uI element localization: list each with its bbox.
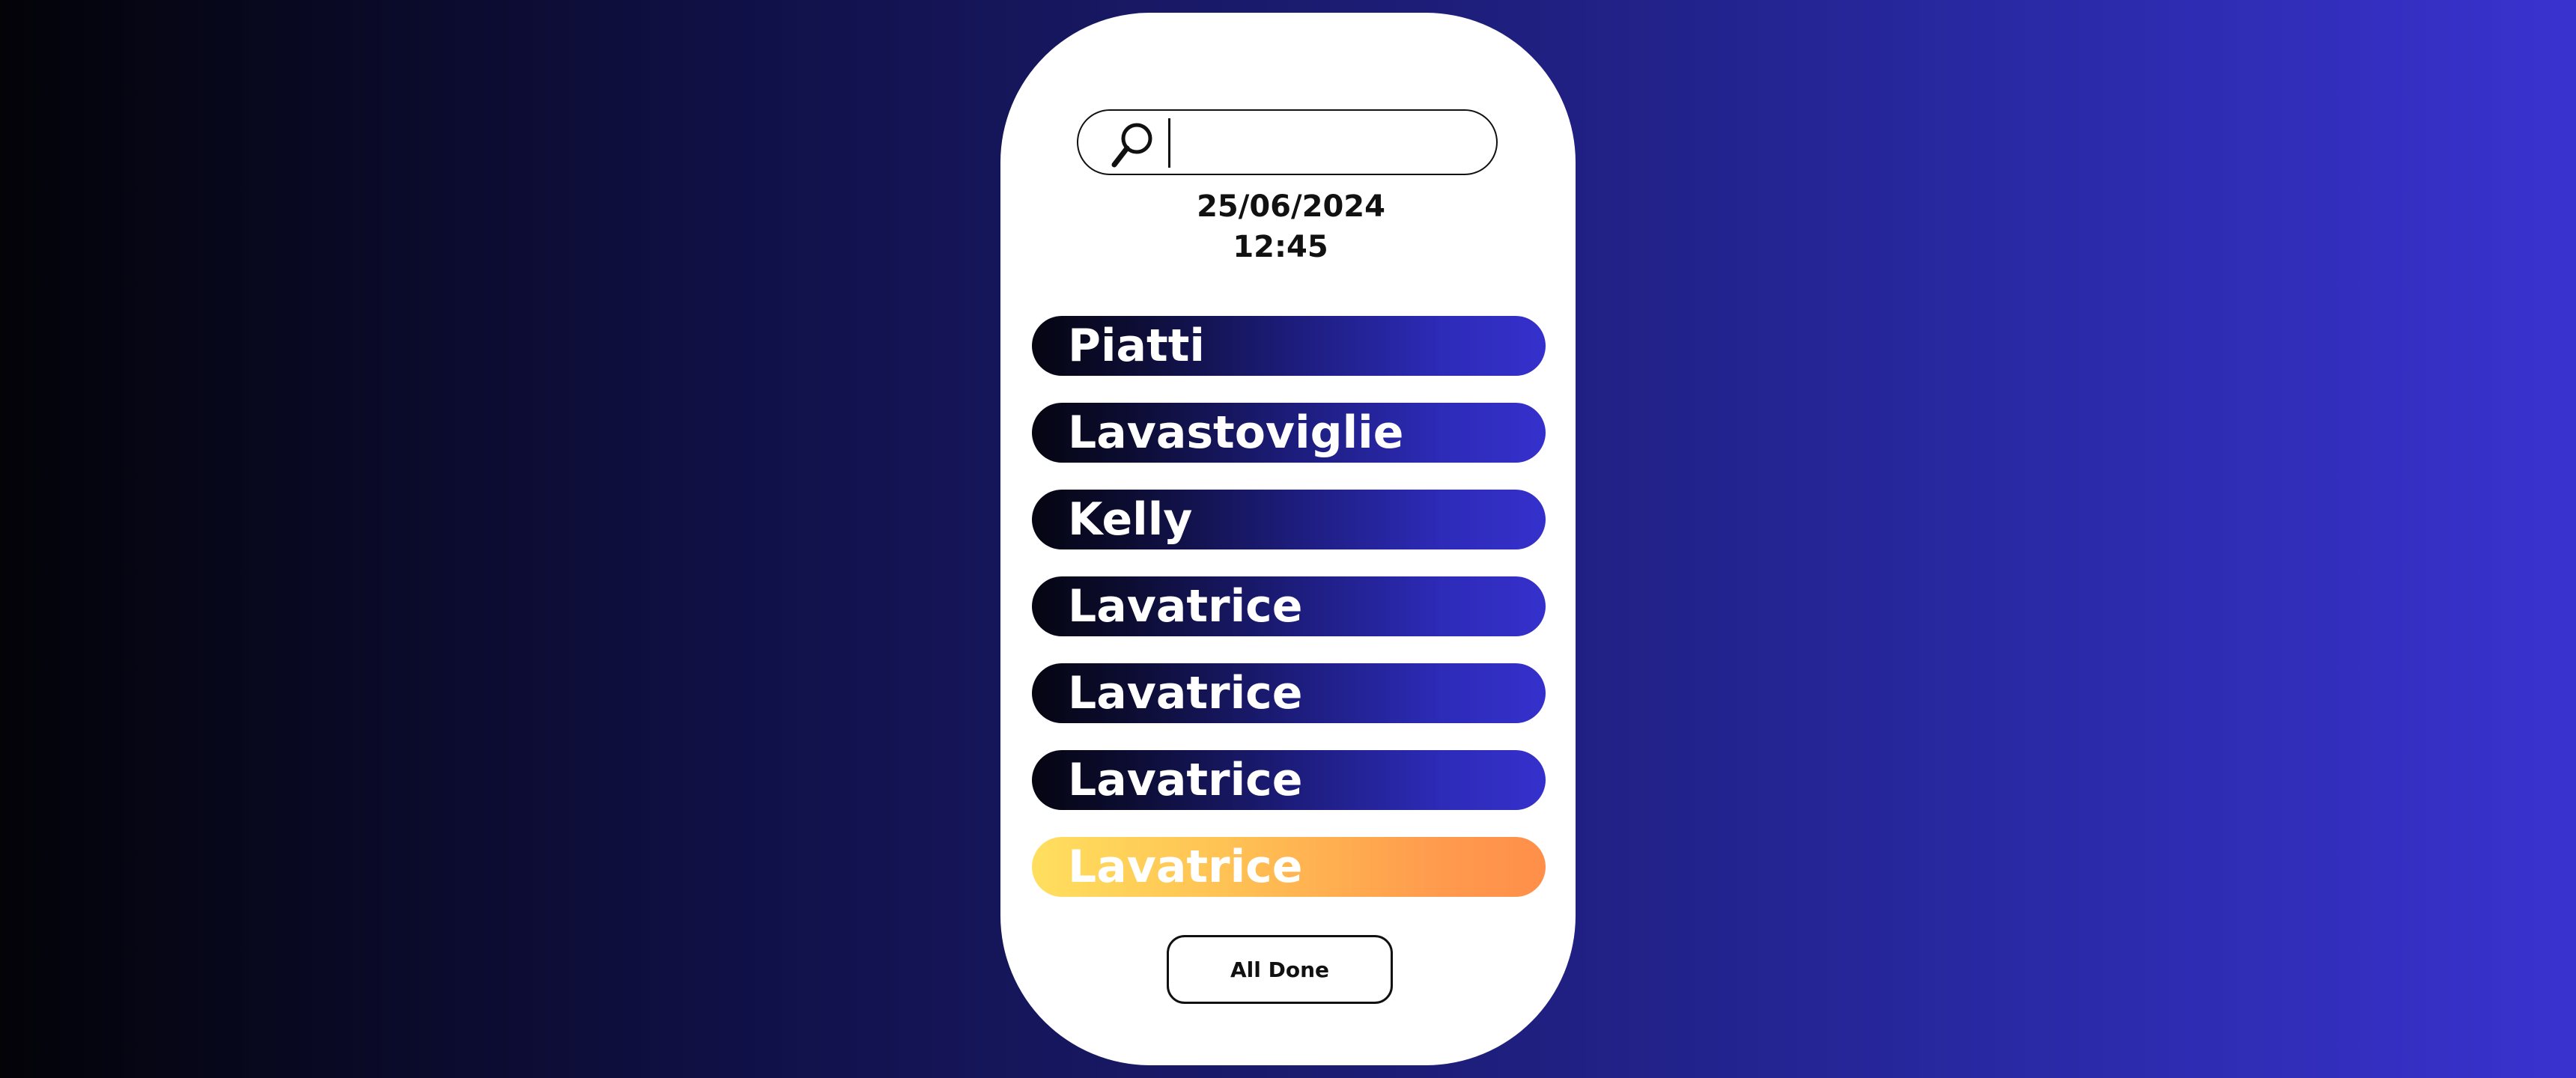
- phone-frame: 25/06/2024 12:45 Piatti Lavastoviglie Ke…: [1000, 13, 1576, 1065]
- task-item-kelly[interactable]: Kelly: [1032, 490, 1546, 549]
- time-label: 12:45: [1233, 230, 1328, 264]
- date-label: 25/06/2024: [1197, 189, 1385, 224]
- task-item-lavastoviglie[interactable]: Lavastoviglie: [1032, 403, 1546, 463]
- search-bar[interactable]: [1077, 109, 1498, 175]
- search-icon[interactable]: [1108, 118, 1158, 171]
- search-input[interactable]: [1168, 118, 1483, 168]
- task-item-lavatrice[interactable]: Lavatrice: [1032, 663, 1546, 723]
- task-item-lavatrice[interactable]: Lavatrice: [1032, 576, 1546, 636]
- task-item-lavatrice[interactable]: Lavatrice: [1032, 750, 1546, 810]
- task-item-lavatrice-selected[interactable]: Lavatrice: [1032, 837, 1546, 897]
- task-item-piatti[interactable]: Piatti: [1032, 316, 1546, 376]
- task-list: Piatti Lavastoviglie Kelly Lavatrice Lav…: [1032, 316, 1546, 924]
- all-done-button[interactable]: All Done: [1167, 935, 1393, 1004]
